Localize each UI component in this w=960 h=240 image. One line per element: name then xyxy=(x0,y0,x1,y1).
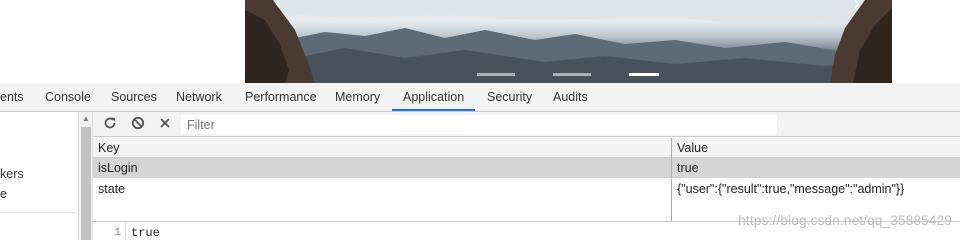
devtools-tab-bar: ents Console Sources Network Performance… xyxy=(0,83,960,112)
carousel-prev-icon[interactable]: ‹ xyxy=(275,0,281,12)
scrollbar-thumb[interactable] xyxy=(81,127,91,240)
table-header: Key Value xyxy=(93,138,960,158)
tab-console[interactable]: Console xyxy=(45,83,91,111)
column-header-value[interactable]: Value xyxy=(671,138,960,158)
refresh-icon[interactable] xyxy=(102,116,118,132)
filter-input[interactable] xyxy=(181,115,777,134)
sidebar-item-storage[interactable]: e xyxy=(0,187,7,201)
tab-sources[interactable]: Sources xyxy=(111,83,157,111)
tab-performance[interactable]: Performance xyxy=(245,83,317,111)
sidebar-divider xyxy=(0,212,75,213)
delete-icon[interactable] xyxy=(157,116,173,132)
tab-network[interactable]: Network xyxy=(176,83,222,111)
tab-application[interactable]: Application xyxy=(392,83,476,111)
row-key[interactable]: isLogin xyxy=(93,158,671,178)
carousel-indicator[interactable] xyxy=(477,73,515,76)
row-value[interactable]: {"user":{"result":true,"message":"admin"… xyxy=(671,179,960,199)
tab-security[interactable]: Security xyxy=(487,83,532,111)
carousel-indicator-active[interactable] xyxy=(629,73,659,76)
carousel-next-icon[interactable]: › xyxy=(854,0,860,12)
screen: ‹ › ents Console Sources Network Perform… xyxy=(0,0,960,240)
line-number: 1 xyxy=(93,222,126,240)
carousel-indicator[interactable] xyxy=(553,73,591,76)
clear-all-icon[interactable] xyxy=(130,116,146,132)
watermark-text: https://blog.csdn.net/qq_35885429 xyxy=(738,213,952,228)
banner-carousel-image[interactable]: ‹ › xyxy=(245,0,892,83)
preview-text[interactable]: true xyxy=(131,222,160,240)
tab-audits[interactable]: Audits xyxy=(553,83,588,111)
storage-table: Key Value isLogin true state {"user":{"r… xyxy=(93,138,960,222)
mountain-landscape-image xyxy=(245,0,892,83)
row-value[interactable]: true xyxy=(671,158,960,178)
sidebar-scrollbar[interactable]: ▲ xyxy=(79,112,93,240)
sidebar-item-service-workers[interactable]: kers xyxy=(0,167,24,181)
table-row[interactable]: state {"user":{"result":true,"message":"… xyxy=(93,179,960,199)
table-row[interactable]: isLogin true xyxy=(93,158,960,178)
row-key[interactable]: state xyxy=(93,179,671,199)
storage-toolbar xyxy=(93,112,960,137)
tab-elements[interactable]: ents xyxy=(0,83,24,111)
scroll-up-arrow-icon[interactable]: ▲ xyxy=(82,114,90,123)
column-header-key[interactable]: Key xyxy=(93,138,671,158)
application-sidebar: kers e xyxy=(0,112,79,240)
tab-memory[interactable]: Memory xyxy=(335,83,380,111)
column-divider[interactable] xyxy=(671,199,672,222)
